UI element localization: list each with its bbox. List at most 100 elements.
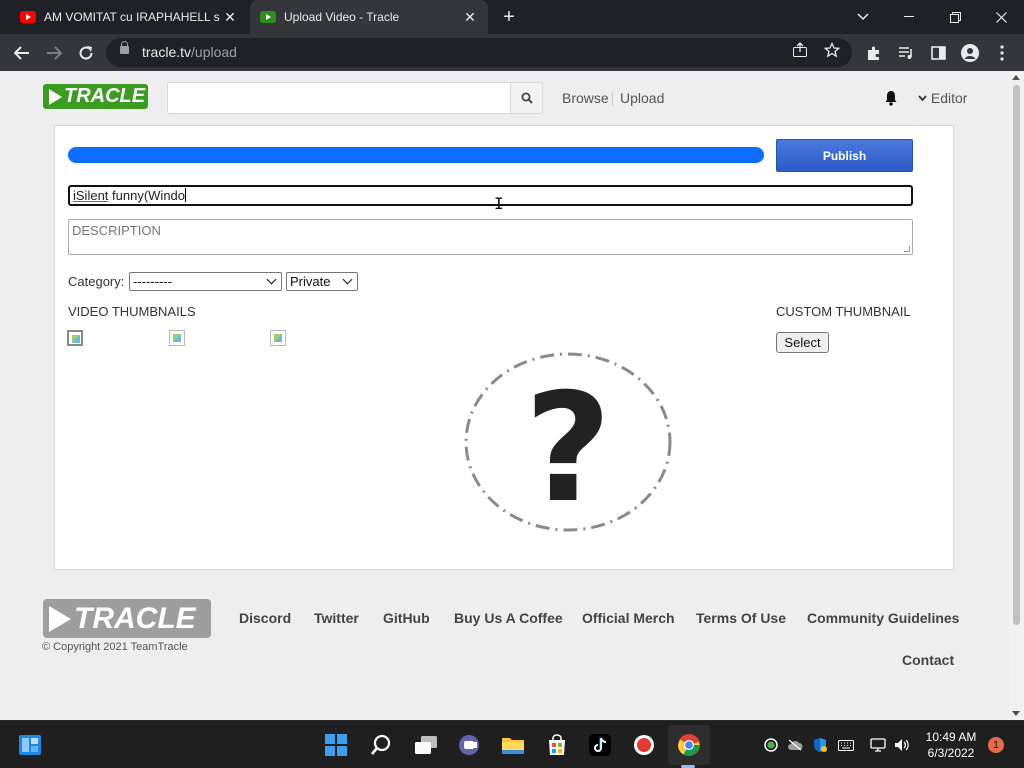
restore-button[interactable] (932, 0, 978, 34)
keyboard-icon[interactable] (838, 737, 854, 753)
tracle-logo[interactable]: TRACLE (43, 84, 148, 109)
bookmark-star-icon[interactable] (823, 41, 841, 62)
notification-bell-icon[interactable] (884, 90, 898, 106)
scroll-down-arrow-icon[interactable] (1012, 711, 1020, 716)
category-selected-value: --------- (133, 274, 172, 289)
upload-card: Publish iSilent funny(Windo I DESCRIPTIO… (54, 125, 954, 570)
tab-youtube[interactable]: AM VOMITAT cu IRAPHAHELL si l ✕ (8, 0, 248, 34)
cloud-offline-icon[interactable] (787, 737, 803, 753)
tab-strip: AM VOMITAT cu IRAPHAHELL si l ✕ Upload V… (0, 0, 1024, 34)
nav-browse-link[interactable]: Browse (562, 90, 609, 106)
user-menu[interactable]: Editor (918, 90, 967, 106)
tab-search-chevron-icon[interactable] (840, 0, 886, 34)
title-text: funny(Windo (108, 188, 186, 203)
close-tab-icon[interactable]: ✕ (220, 9, 240, 26)
side-panel-icon[interactable] (926, 41, 950, 65)
url-host: tracle.tv (142, 44, 192, 60)
file-explorer-icon[interactable] (501, 733, 525, 757)
clock-time: 10:49 AM (925, 730, 977, 744)
nav-divider (612, 92, 613, 106)
volume-speaker-icon[interactable] (894, 737, 910, 753)
new-tab-button[interactable]: + (498, 6, 520, 28)
close-tab-icon[interactable]: ✕ (460, 9, 480, 26)
footer-link-discord[interactable]: Discord (239, 610, 291, 626)
category-label: Category: (68, 274, 125, 289)
scroll-up-arrow-icon[interactable] (1012, 75, 1020, 80)
extensions-puzzle-icon[interactable] (862, 41, 886, 65)
windows-taskbar: 10:49 AM 6/3/2022 1 (0, 720, 1024, 768)
network-monitor-icon[interactable] (870, 737, 886, 753)
video-thumbnail-1[interactable] (67, 330, 83, 346)
taskbar-clock[interactable]: 10:49 AM 6/3/2022 (918, 729, 984, 761)
footer-tracle-logo[interactable]: TRACLE (43, 599, 211, 638)
search-input[interactable] (167, 82, 511, 114)
upload-progress-bar (68, 147, 764, 163)
tracle-icon (260, 11, 276, 23)
close-window-button[interactable] (978, 0, 1024, 34)
media-control-icon[interactable] (894, 41, 918, 65)
address-bar[interactable]: tracle.tv/upload (106, 38, 852, 67)
text-cursor-icon: I (494, 194, 504, 213)
page-scrollbar[interactable] (1009, 71, 1024, 720)
youtube-icon (20, 11, 36, 23)
footer-link-contact[interactable]: Contact (902, 652, 954, 668)
scrollbar-thumb[interactable] (1013, 85, 1020, 625)
security-shield-icon[interactable] (812, 737, 828, 753)
tab-upload-video[interactable]: Upload Video - Tracle ✕ (250, 0, 488, 34)
minimize-button[interactable] (886, 0, 932, 34)
page-viewport: TRACLE Browse Upload Editor Publish iSil… (0, 71, 1024, 720)
profile-avatar-icon[interactable] (958, 41, 982, 65)
windows-start-icon[interactable] (324, 733, 348, 757)
search-icon (521, 92, 533, 104)
thumbnail-placeholder-question-icon: ? (464, 352, 672, 534)
task-view-icon[interactable] (414, 733, 438, 757)
chevron-down-icon (342, 274, 353, 285)
footer-link-github[interactable]: GitHub (383, 610, 430, 626)
footer-link-buy-us-a-coffee[interactable]: Buy Us A Coffee (454, 610, 563, 626)
video-title-input[interactable]: iSilent funny(Windo (68, 185, 913, 206)
tiktok-icon[interactable] (588, 733, 612, 757)
privacy-select[interactable]: Private (286, 272, 358, 291)
nav-upload-link[interactable]: Upload (620, 90, 664, 106)
play-icon (49, 605, 71, 632)
microsoft-store-icon[interactable] (545, 733, 569, 757)
select-thumbnail-button[interactable]: Select (776, 332, 829, 353)
browser-toolbar: tracle.tv/upload (0, 34, 1024, 71)
footer-link-terms-of-use[interactable]: Terms Of Use (696, 610, 786, 626)
search-button[interactable] (510, 82, 543, 114)
share-icon[interactable] (792, 42, 808, 62)
widgets-icon[interactable] (18, 733, 42, 757)
screen-recorder-icon[interactable] (632, 733, 656, 757)
search-icon[interactable] (369, 733, 393, 757)
lock-icon (120, 41, 129, 54)
video-thumbnail-3[interactable] (270, 330, 286, 346)
url-path: /upload (191, 44, 237, 60)
footer-link-official-merch[interactable]: Official Merch (582, 610, 675, 626)
title-text-misspelled: iSilent (73, 188, 109, 203)
publish-button[interactable]: Publish (776, 139, 913, 172)
status-circle-icon[interactable] (763, 737, 779, 753)
teams-chat-icon[interactable] (457, 733, 481, 757)
description-placeholder: DESCRIPTION (72, 223, 161, 238)
privacy-selected-value: Private (290, 274, 331, 289)
chevron-down-icon (918, 95, 927, 102)
footer-logo-text: TRACLE (74, 601, 196, 635)
svg-text:?: ? (524, 362, 611, 534)
reload-icon[interactable] (74, 41, 98, 65)
video-thumbnail-2[interactable] (169, 330, 185, 346)
footer-link-community-guidelines[interactable]: Community Guidelines (807, 610, 959, 626)
footer-link-twitter[interactable]: Twitter (314, 610, 359, 626)
category-select[interactable]: --------- (129, 272, 282, 291)
back-arrow-icon[interactable] (10, 41, 34, 65)
chrome-icon[interactable] (677, 733, 701, 757)
notification-count-badge[interactable]: 1 (988, 737, 1004, 753)
forward-arrow-icon[interactable] (42, 41, 66, 65)
play-icon (49, 88, 62, 105)
text-caret (185, 188, 187, 202)
more-menu-icon[interactable] (990, 41, 1014, 65)
tab-title: AM VOMITAT cu IRAPHAHELL si l (44, 10, 220, 24)
resize-handle[interactable] (904, 246, 910, 252)
description-textarea[interactable]: DESCRIPTION (68, 219, 913, 255)
user-menu-label: Editor (930, 90, 968, 106)
logo-text: TRACLE (64, 85, 146, 107)
